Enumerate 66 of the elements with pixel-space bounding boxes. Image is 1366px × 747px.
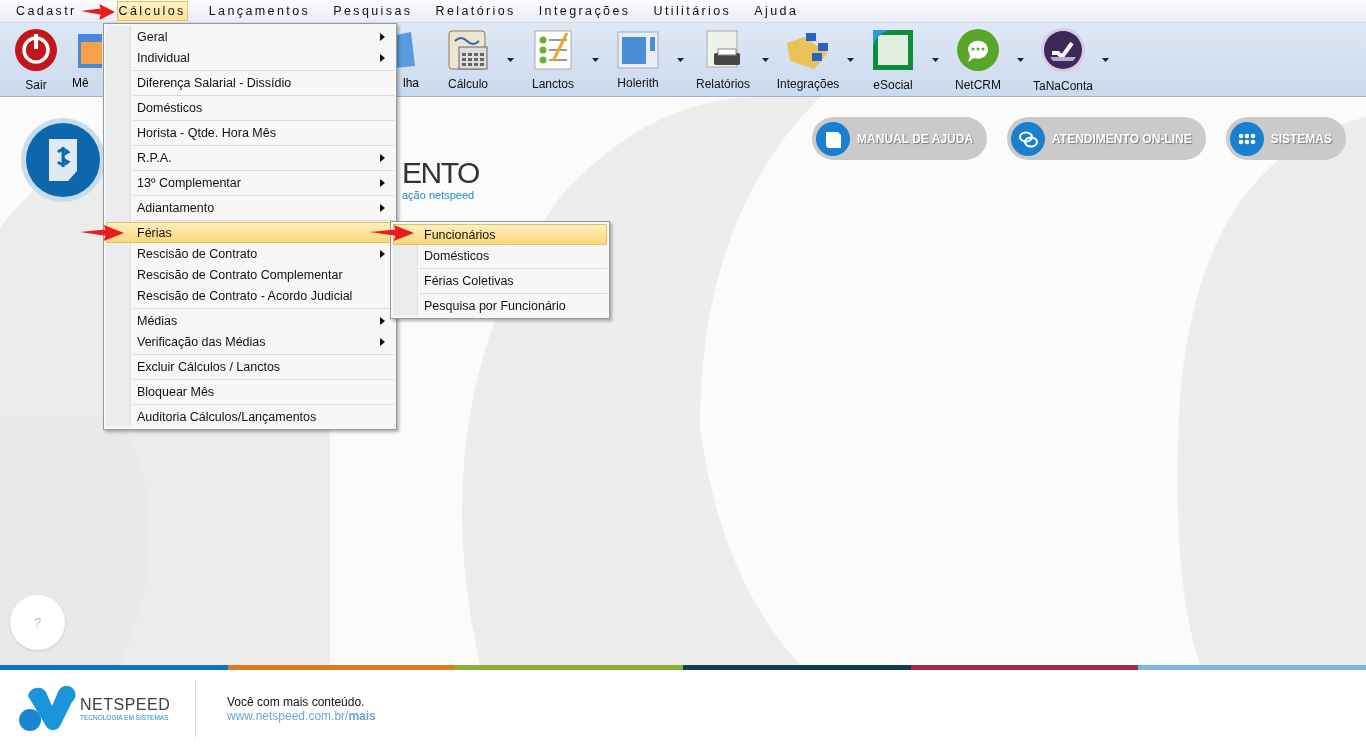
menu-title[interactable]: Ajuda xyxy=(752,1,801,21)
toolbar-label: Mê xyxy=(72,75,89,90)
module-subtitle: ação netspeed xyxy=(402,189,475,201)
menu-item[interactable]: Geral xyxy=(106,26,394,47)
toolbar-button[interactable]: NetCRM xyxy=(942,27,1014,92)
menu-title[interactable]: Utilitários xyxy=(651,1,734,21)
menu-title[interactable]: Relatórios xyxy=(433,1,518,21)
pointer-arrow-icon xyxy=(370,225,414,241)
brand-name: NETSPEED xyxy=(80,696,171,714)
pointer-arrow-icon xyxy=(81,4,115,20)
calculator-icon xyxy=(447,28,489,71)
caret-icon[interactable] xyxy=(1102,57,1109,62)
toolbar-label: lha xyxy=(403,75,419,90)
power-icon xyxy=(14,27,58,72)
pointer-arrow-icon xyxy=(80,225,124,241)
checklist-icon xyxy=(533,28,573,71)
toolbar-button[interactable]: Relatórios xyxy=(687,28,759,91)
menu-item[interactable]: Bloquear Mês xyxy=(106,381,394,402)
menu-item[interactable]: Rescisão de Contrato xyxy=(106,243,394,264)
menu-item[interactable]: Excluir Cálculos / Lanctos xyxy=(106,356,394,377)
toolbar-button[interactable]: Holerith xyxy=(602,29,674,90)
toolbar-button[interactable]: eSocial xyxy=(857,27,929,92)
menu-item[interactable]: Auditoria Cálculos/Lançamentos xyxy=(106,406,394,427)
menu-title[interactable]: Lançamentos xyxy=(206,1,313,21)
toolbar-button[interactable]: Cálculo xyxy=(432,28,504,91)
caret-icon[interactable] xyxy=(762,57,769,62)
window-icon xyxy=(616,29,660,70)
menu-item[interactable]: 13º Complementar xyxy=(106,172,394,193)
menu-title[interactable]: Cadastr xyxy=(14,1,79,21)
chat-icon xyxy=(956,27,1000,72)
menu-item[interactable]: R.P.A. xyxy=(106,147,394,168)
module-title: ENTO xyxy=(402,157,479,189)
receipt-icon xyxy=(20,117,106,203)
apps-icon xyxy=(1229,121,1264,156)
caret-icon[interactable] xyxy=(677,57,684,62)
caret-icon[interactable] xyxy=(932,57,939,62)
menu-item[interactable]: Adiantamento xyxy=(106,197,394,218)
menu-item[interactable]: Rescisão de Contrato - Acordo Judicial xyxy=(106,285,394,306)
caret-icon[interactable] xyxy=(847,57,854,62)
menu-item[interactable]: Individual xyxy=(106,47,394,68)
toolbar-button[interactable]: Lanctos xyxy=(517,28,589,91)
menu-item[interactable]: Horista - Qtde. Hora Mês xyxy=(106,122,394,143)
caret-icon[interactable] xyxy=(592,57,599,62)
menu-item[interactable]: Pesquisa por Funcionário xyxy=(393,295,607,316)
menu-item[interactable]: Férias Coletivas xyxy=(393,270,607,291)
menu-title[interactable]: Cálculos xyxy=(116,1,188,21)
book-icon xyxy=(816,121,851,156)
menu-title[interactable]: Pesquisas xyxy=(331,1,415,21)
logo-icon xyxy=(18,685,76,732)
checkmark-icon xyxy=(1040,26,1086,73)
toolbar-button[interactable]: Integrações xyxy=(772,28,844,91)
toolbar-button[interactable]: Sair xyxy=(0,27,72,92)
caret-icon[interactable] xyxy=(1017,57,1024,62)
menu-item[interactable]: Verificação das Médias xyxy=(106,331,394,352)
menu-item[interactable]: Domésticos xyxy=(106,97,394,118)
menu-item[interactable]: Funcionários xyxy=(393,224,607,245)
footer-message: Você com mais conteúdo. xyxy=(227,694,366,709)
page-icon xyxy=(871,27,915,72)
caret-icon[interactable] xyxy=(507,57,514,62)
chat-icon xyxy=(1011,121,1046,156)
menu-item[interactable]: Diferença Salarial - Dissídio xyxy=(106,72,394,93)
menu-title[interactable]: Integrações xyxy=(536,1,633,21)
toolbar-button[interactable]: TaNaConta xyxy=(1027,26,1099,93)
menu-item[interactable]: Médias xyxy=(106,310,394,331)
menu-item[interactable]: Rescisão de Contrato Complementar xyxy=(106,264,394,285)
menu-item[interactable]: Domésticos xyxy=(393,245,607,266)
